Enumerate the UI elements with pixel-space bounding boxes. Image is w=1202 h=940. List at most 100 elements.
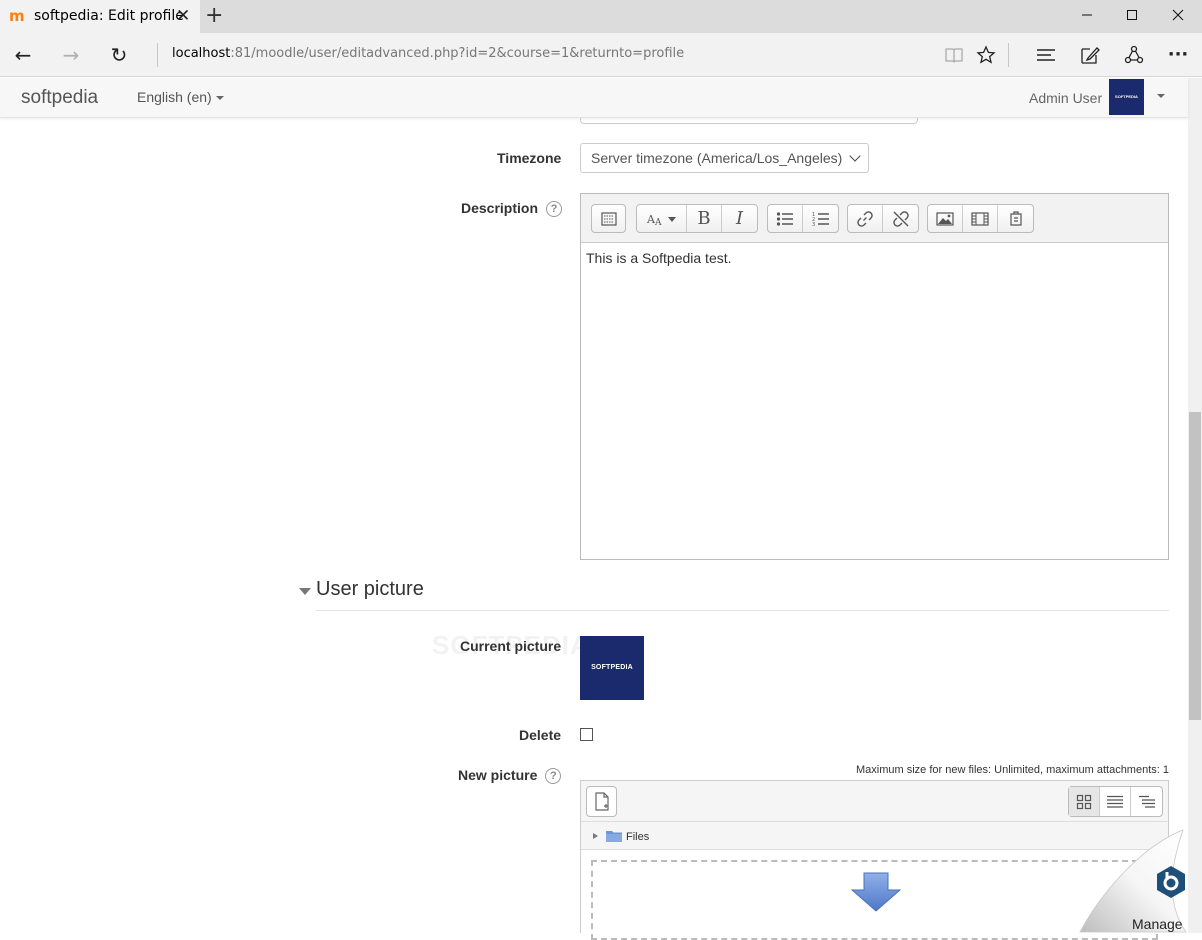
media-button[interactable]	[963, 205, 998, 232]
drop-arrow-icon	[851, 872, 901, 912]
window-close-icon	[1172, 9, 1184, 21]
tab-close-icon[interactable]: ✕	[176, 6, 190, 26]
delete-label: Delete	[519, 727, 562, 743]
web-note-icon	[1081, 47, 1100, 64]
unordered-list-button[interactable]	[768, 205, 803, 232]
share-button[interactable]	[1115, 33, 1153, 77]
media-icon	[971, 211, 989, 226]
section-user-picture[interactable]: User picture	[316, 578, 424, 601]
back-button[interactable]: ←	[0, 33, 46, 77]
timezone-label: Timezone	[497, 150, 562, 166]
manage-files-icon	[1009, 210, 1022, 226]
more-icon: ···	[1167, 44, 1189, 65]
help-icon[interactable]: ?	[545, 768, 562, 784]
maximize-icon	[1127, 10, 1137, 20]
files-folder-label[interactable]: Files	[626, 831, 649, 843]
page-scrollbar-thumb[interactable]	[1189, 412, 1201, 720]
italic-button[interactable]: I	[722, 205, 757, 232]
refresh-icon: ↻	[110, 43, 128, 67]
favorite-button[interactable]	[967, 33, 1005, 77]
unlink-icon	[892, 210, 909, 227]
max-size-info: Maximum size for new files: Unlimited, m…	[856, 764, 1169, 776]
window-close-button[interactable]	[1155, 0, 1201, 33]
hub-button[interactable]	[1027, 33, 1065, 77]
share-icon	[1124, 45, 1144, 64]
address-separator	[157, 43, 158, 67]
new-picture-label-text: New picture	[458, 767, 538, 783]
favorite-star-icon	[976, 45, 996, 64]
svg-text:A: A	[654, 218, 662, 227]
current-picture-label: Current picture	[460, 638, 562, 654]
forward-button[interactable]: →	[48, 33, 94, 77]
add-file-button[interactable]	[586, 786, 617, 817]
browser-tab-bar: m softpedia: Edit profile ✕ +	[0, 0, 1202, 33]
editor-group-lists: 123	[767, 204, 839, 233]
italic-icon: I	[735, 208, 744, 229]
file-view-switcher	[1068, 786, 1163, 817]
ordered-list-button[interactable]: 123	[803, 205, 838, 232]
toggle-toolbar-button[interactable]	[592, 205, 625, 232]
tab-title: softpedia: Edit profile	[34, 8, 184, 24]
toolbar-separator	[1008, 43, 1009, 67]
help-icon[interactable]: ?	[546, 201, 563, 217]
svg-text:3: 3	[812, 222, 815, 226]
user-avatar[interactable]: SOFTPEDIA	[1109, 79, 1144, 115]
site-brand[interactable]: softpedia	[21, 87, 98, 109]
refresh-button[interactable]: ↻	[96, 33, 142, 77]
timezone-value: Server timezone (America/Los_Angeles)	[591, 150, 843, 166]
list-view-icon	[1107, 795, 1123, 808]
image-button[interactable]	[928, 205, 963, 232]
editor-group-media	[927, 204, 1034, 233]
maximize-button[interactable]	[1109, 0, 1155, 33]
editor-group-toggle	[591, 204, 626, 233]
font-style-icon: AA	[646, 213, 676, 227]
more-button[interactable]: ···	[1159, 33, 1197, 77]
new-tab-button[interactable]: +	[205, 3, 223, 28]
minimize-button[interactable]	[1064, 0, 1110, 33]
folder-icon	[606, 831, 622, 842]
description-label-text: Description	[461, 200, 539, 216]
font-style-button[interactable]: AA	[637, 205, 687, 232]
list-view-button[interactable]	[1100, 787, 1131, 816]
section-divider	[316, 610, 1169, 611]
collapse-triangle-icon[interactable]	[299, 588, 311, 595]
icons-view-button[interactable]	[1069, 787, 1100, 816]
web-note-button[interactable]	[1071, 33, 1109, 77]
delete-checkbox[interactable]	[580, 728, 593, 741]
editor-toolbar: AA B I 123	[581, 194, 1168, 243]
description-editor: AA B I 123 This is a Softpedia test.	[580, 193, 1169, 560]
url-host: localhost	[172, 46, 231, 61]
unordered-list-icon	[776, 211, 793, 226]
description-label: Description?	[461, 200, 563, 217]
user-name[interactable]: Admin User	[1029, 90, 1102, 106]
minimize-icon	[1082, 14, 1092, 16]
back-arrow-icon: ←	[14, 43, 32, 67]
new-picture-label: New picture?	[458, 767, 562, 784]
image-icon	[936, 211, 954, 226]
file-picker-toolbar	[581, 781, 1168, 822]
add-file-icon	[595, 792, 609, 811]
address-bar: ← → ↻ localhost:81/moodle/user/editadvan…	[0, 33, 1202, 77]
browser-tab[interactable]: m softpedia: Edit profile ✕	[0, 0, 200, 33]
user-menu-chevron-icon[interactable]	[1157, 94, 1165, 98]
url-field[interactable]: localhost:81/moodle/user/editadvanced.ph…	[172, 46, 684, 61]
chevron-down-icon	[215, 96, 224, 101]
moodle-favicon-icon: m	[9, 7, 25, 25]
editor-content[interactable]: This is a Softpedia test.	[586, 250, 732, 266]
unlink-button[interactable]	[883, 205, 918, 232]
ordered-list-icon: 123	[812, 212, 829, 226]
editor-group-style: AA B I	[636, 204, 758, 233]
link-button[interactable]	[848, 205, 883, 232]
language-menu[interactable]: English (en)	[137, 89, 224, 105]
timezone-select[interactable]: Server timezone (America/Los_Angeles)	[580, 143, 869, 173]
bold-button[interactable]: B	[687, 205, 722, 232]
tree-view-button[interactable]	[1131, 787, 1162, 816]
editor-group-links	[847, 204, 919, 233]
site-navbar: softpedia English (en) Admin User SOFTPE…	[0, 78, 1188, 118]
manage-files-button[interactable]	[998, 205, 1033, 232]
url-path: :81/moodle/user/editadvanced.php?id=2&co…	[230, 46, 685, 61]
expand-arrow-icon[interactable]	[593, 833, 598, 839]
manage-label[interactable]: Manage	[1132, 916, 1183, 932]
chevron-down-icon	[849, 150, 861, 162]
hub-icon	[1037, 49, 1055, 61]
